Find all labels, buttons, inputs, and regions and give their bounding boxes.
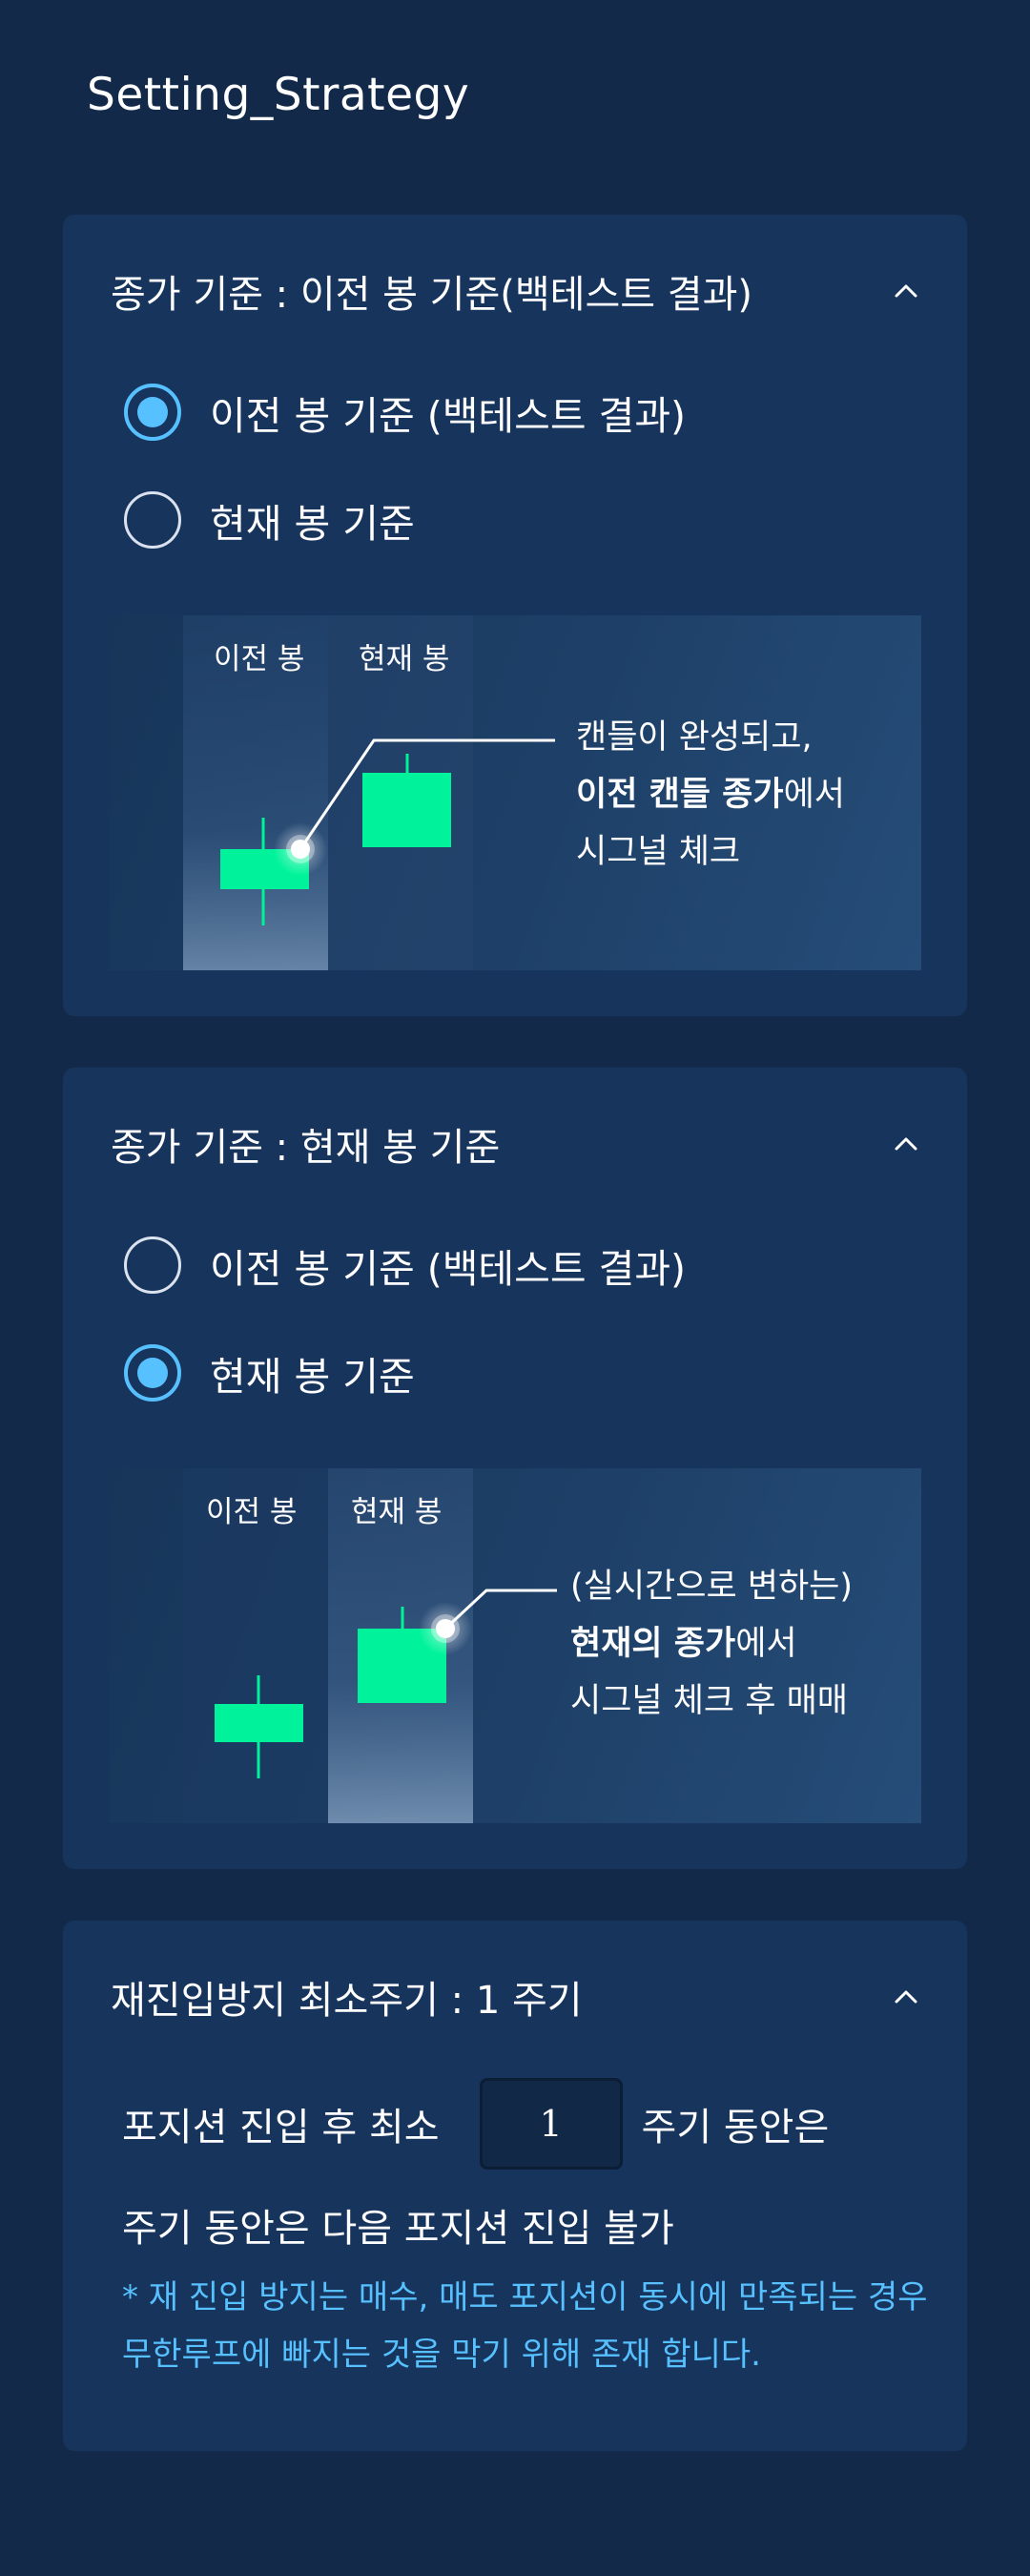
desc-line-2: 이전 캔들 종가에서 bbox=[576, 766, 845, 823]
current-candle-body bbox=[362, 773, 451, 847]
signal-description: 캔들이 완성되고, 이전 캔들 종가에서 시그널 체크 bbox=[576, 709, 845, 881]
current-bar-label: 현재 봉 bbox=[359, 642, 450, 676]
page-title: Setting_Strategy bbox=[87, 69, 470, 121]
card-header[interactable]: 종가 기준 : 현재 봉 기준 bbox=[111, 1115, 919, 1173]
desc-line-2: 현재의 종가에서 bbox=[570, 1615, 853, 1672]
radio-button[interactable] bbox=[124, 491, 181, 549]
desc-rest: 에서 bbox=[735, 1625, 797, 1663]
current-bar-label: 현재 봉 bbox=[351, 1495, 443, 1529]
reentry-suffix: 주기 동안은 bbox=[641, 2106, 830, 2150]
radio-button[interactable] bbox=[124, 1236, 181, 1294]
previous-bar-label: 이전 봉 bbox=[214, 642, 305, 676]
option-label: 현재 봉 기준 bbox=[210, 1354, 415, 1400]
signal-point bbox=[436, 1619, 455, 1638]
signal-point bbox=[291, 840, 310, 859]
desc-rest: 에서 bbox=[783, 776, 845, 814]
min-cycle-input[interactable] bbox=[479, 2078, 623, 2170]
option-current-bar[interactable]: 현재 봉 기준 bbox=[124, 491, 415, 549]
desc-line-1: 캔들이 완성되고, bbox=[576, 718, 813, 757]
chevron-up-icon[interactable] bbox=[893, 1984, 919, 2010]
card-title: 종가 기준 : 이전 봉 기준(백테스트 결과) bbox=[111, 273, 752, 317]
candle-illustration: 이전 봉 현재 봉 (실시간으로 변하는) 현재의 종가에서 시그널 체크 후 … bbox=[109, 1468, 921, 1823]
reentry-line-2: 주기 동안은 다음 포지션 진입 불가 bbox=[122, 2207, 674, 2251]
option-previous-bar[interactable]: 이전 봉 기준 (백테스트 결과) bbox=[124, 384, 686, 441]
desc-bold: 이전 캔들 종가 bbox=[576, 776, 784, 814]
reentry-prefix: 포지션 진입 후 최소 bbox=[122, 2106, 440, 2150]
reentry-setting-row: 포지션 진입 후 최소 주기 동안은 bbox=[122, 2078, 829, 2170]
reentry-prevention-card: 재진입방지 최소주기 : 1 주기 포지션 진입 후 최소 주기 동안은 주기 … bbox=[63, 1921, 967, 2451]
desc-line-1: (실시간으로 변하는) bbox=[570, 1568, 854, 1606]
close-basis-current-card: 종가 기준 : 현재 봉 기준 이전 봉 기준 (백테스트 결과) 현재 봉 기… bbox=[63, 1068, 967, 1869]
previous-candle-body bbox=[215, 1704, 303, 1742]
chevron-up-icon[interactable] bbox=[893, 1131, 919, 1157]
card-header[interactable]: 재진입방지 최소주기 : 1 주기 bbox=[111, 1968, 919, 2025]
desc-line-3: 시그널 체크 후 매매 bbox=[570, 1682, 848, 1720]
candle-illustration: 이전 봉 현재 봉 캔들이 완성되고, 이전 캔들 종가에서 시그널 체크 bbox=[109, 615, 921, 970]
option-current-bar[interactable]: 현재 봉 기준 bbox=[124, 1344, 415, 1402]
card-title: 종가 기준 : 현재 봉 기준 bbox=[111, 1126, 501, 1170]
option-label: 이전 봉 기준 (백테스트 결과) bbox=[210, 1246, 687, 1292]
desc-bold: 현재의 종가 bbox=[570, 1625, 736, 1663]
option-previous-bar[interactable]: 이전 봉 기준 (백테스트 결과) bbox=[124, 1236, 686, 1294]
card-header[interactable]: 종가 기준 : 이전 봉 기준(백테스트 결과) bbox=[111, 262, 919, 320]
reentry-note: * 재 진입 방지는 매수, 매도 포지션이 동시에 만족되는 경우 무한루프에… bbox=[122, 2278, 928, 2374]
signal-description: (실시간으로 변하는) 현재의 종가에서 시그널 체크 후 매매 bbox=[570, 1558, 853, 1730]
card-title: 재진입방지 최소주기 : 1 주기 bbox=[111, 1979, 583, 2023]
previous-bar-label: 이전 봉 bbox=[206, 1495, 298, 1529]
radio-button-selected[interactable] bbox=[124, 1344, 181, 1402]
desc-line-3: 시그널 체크 bbox=[576, 833, 741, 871]
close-basis-previous-card: 종가 기준 : 이전 봉 기준(백테스트 결과) 이전 봉 기준 (백테스트 결… bbox=[63, 215, 967, 1016]
option-label: 이전 봉 기준 (백테스트 결과) bbox=[210, 393, 687, 439]
option-label: 현재 봉 기준 bbox=[210, 501, 415, 547]
chevron-up-icon[interactable] bbox=[893, 278, 919, 304]
radio-button-selected[interactable] bbox=[124, 384, 181, 441]
